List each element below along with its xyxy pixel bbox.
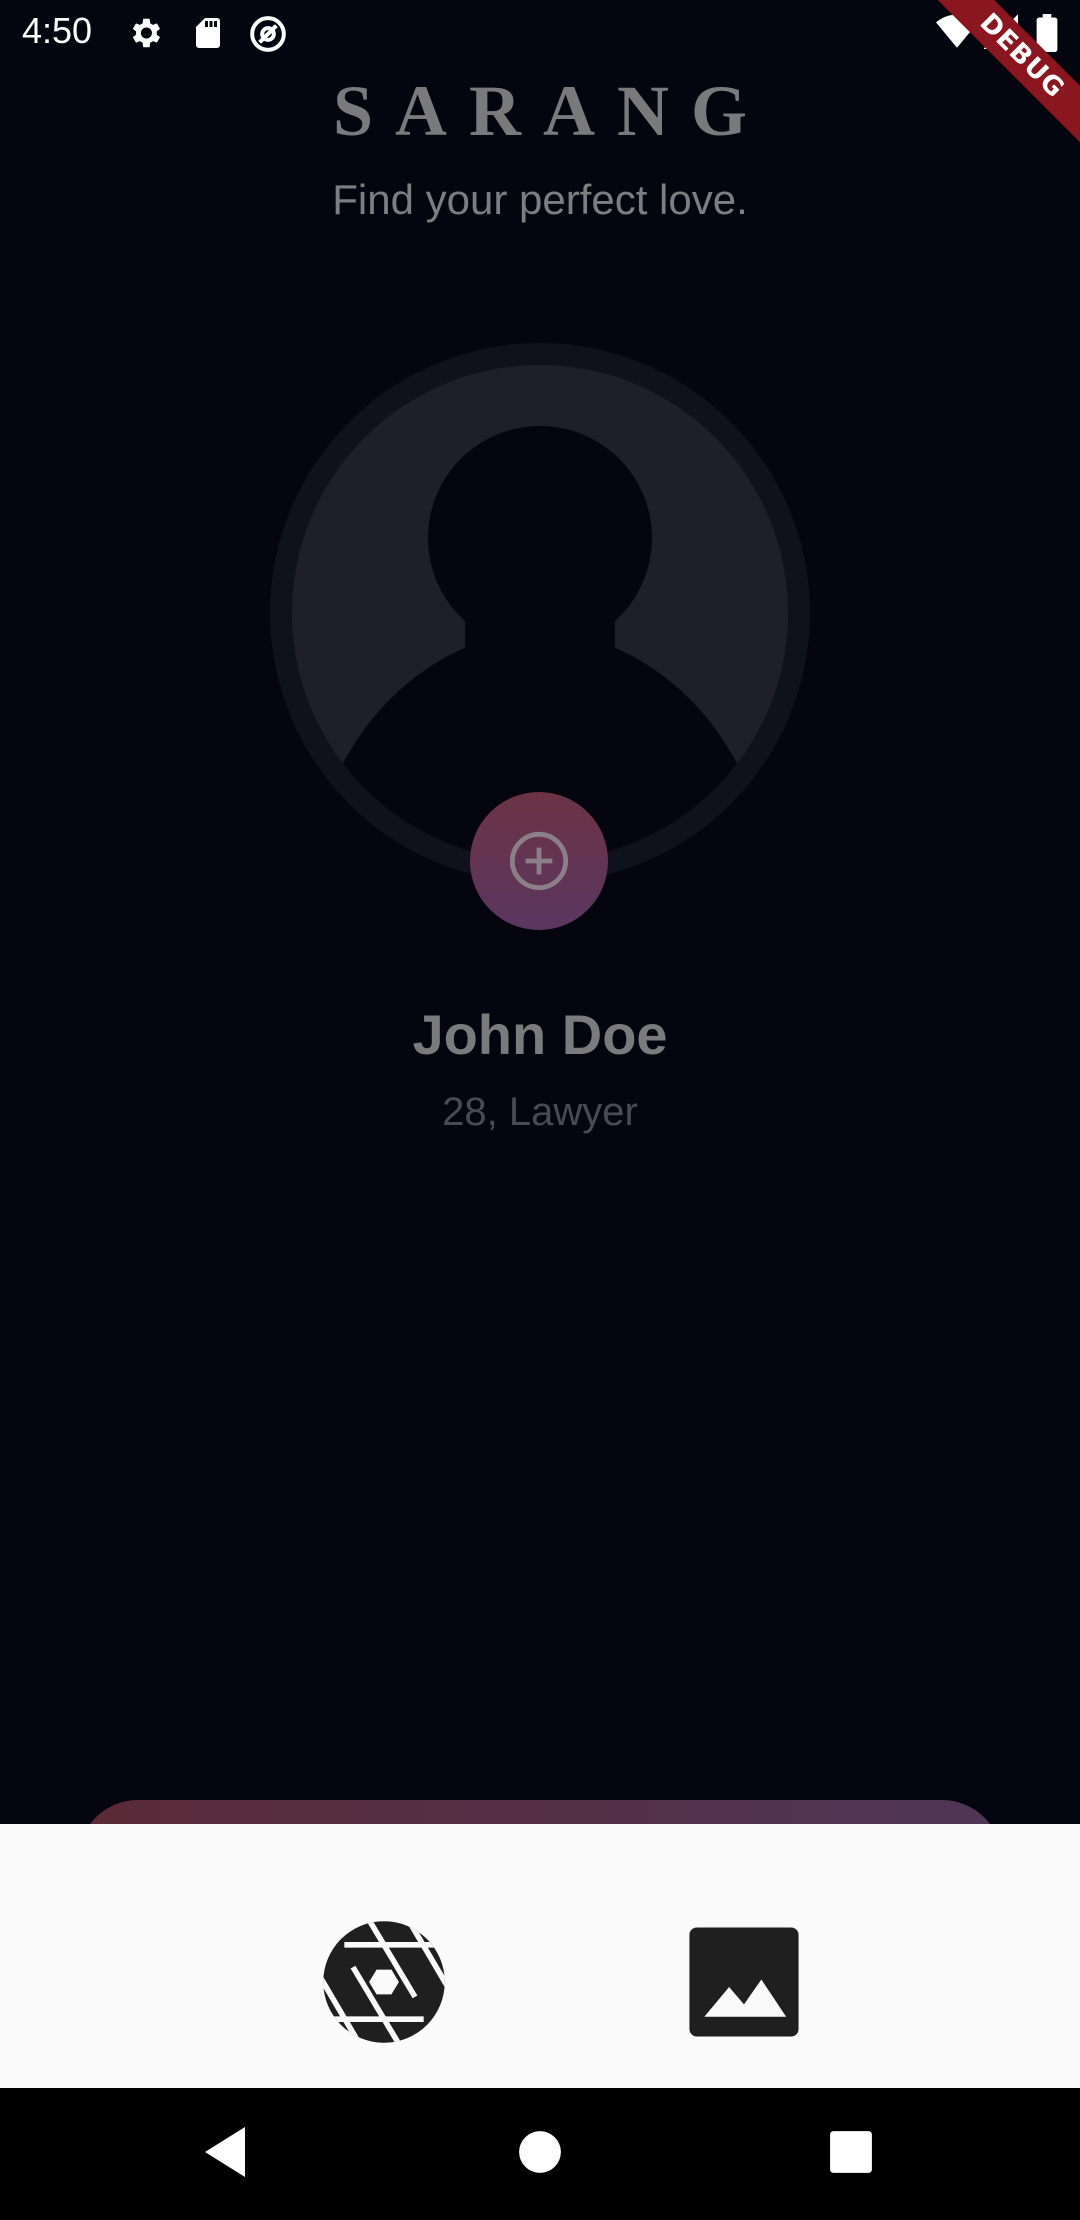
camera-option[interactable] <box>322 1920 446 2044</box>
gear-icon <box>132 18 161 48</box>
status-time: 4:50 <box>22 10 93 51</box>
profile-meta: 28, Lawyer <box>442 1090 638 1134</box>
status-bar: 4:50 <box>0 0 1080 66</box>
camera-shutter-icon <box>323 1921 445 2043</box>
image-source-sheet <box>0 1824 1080 2088</box>
gallery-option[interactable] <box>682 1920 806 2044</box>
add-circle-icon <box>509 831 569 891</box>
back-icon[interactable] <box>200 2124 250 2180</box>
profile-name: John Doe <box>412 1003 668 1066</box>
add-photo-button[interactable] <box>470 792 608 930</box>
home-icon[interactable] <box>518 2124 562 2180</box>
sd-card-icon <box>196 18 220 48</box>
system-nav-bar <box>0 2088 1080 2220</box>
app-title: SARANG <box>332 71 770 151</box>
image-icon <box>689 1927 799 2037</box>
app-screen: 4:50 DEBUG SARANG Find your perfect love… <box>0 0 1080 2220</box>
tagline: Find your perfect love. <box>332 176 748 223</box>
recents-icon[interactable] <box>829 2124 873 2180</box>
at-sign-icon <box>250 16 286 52</box>
